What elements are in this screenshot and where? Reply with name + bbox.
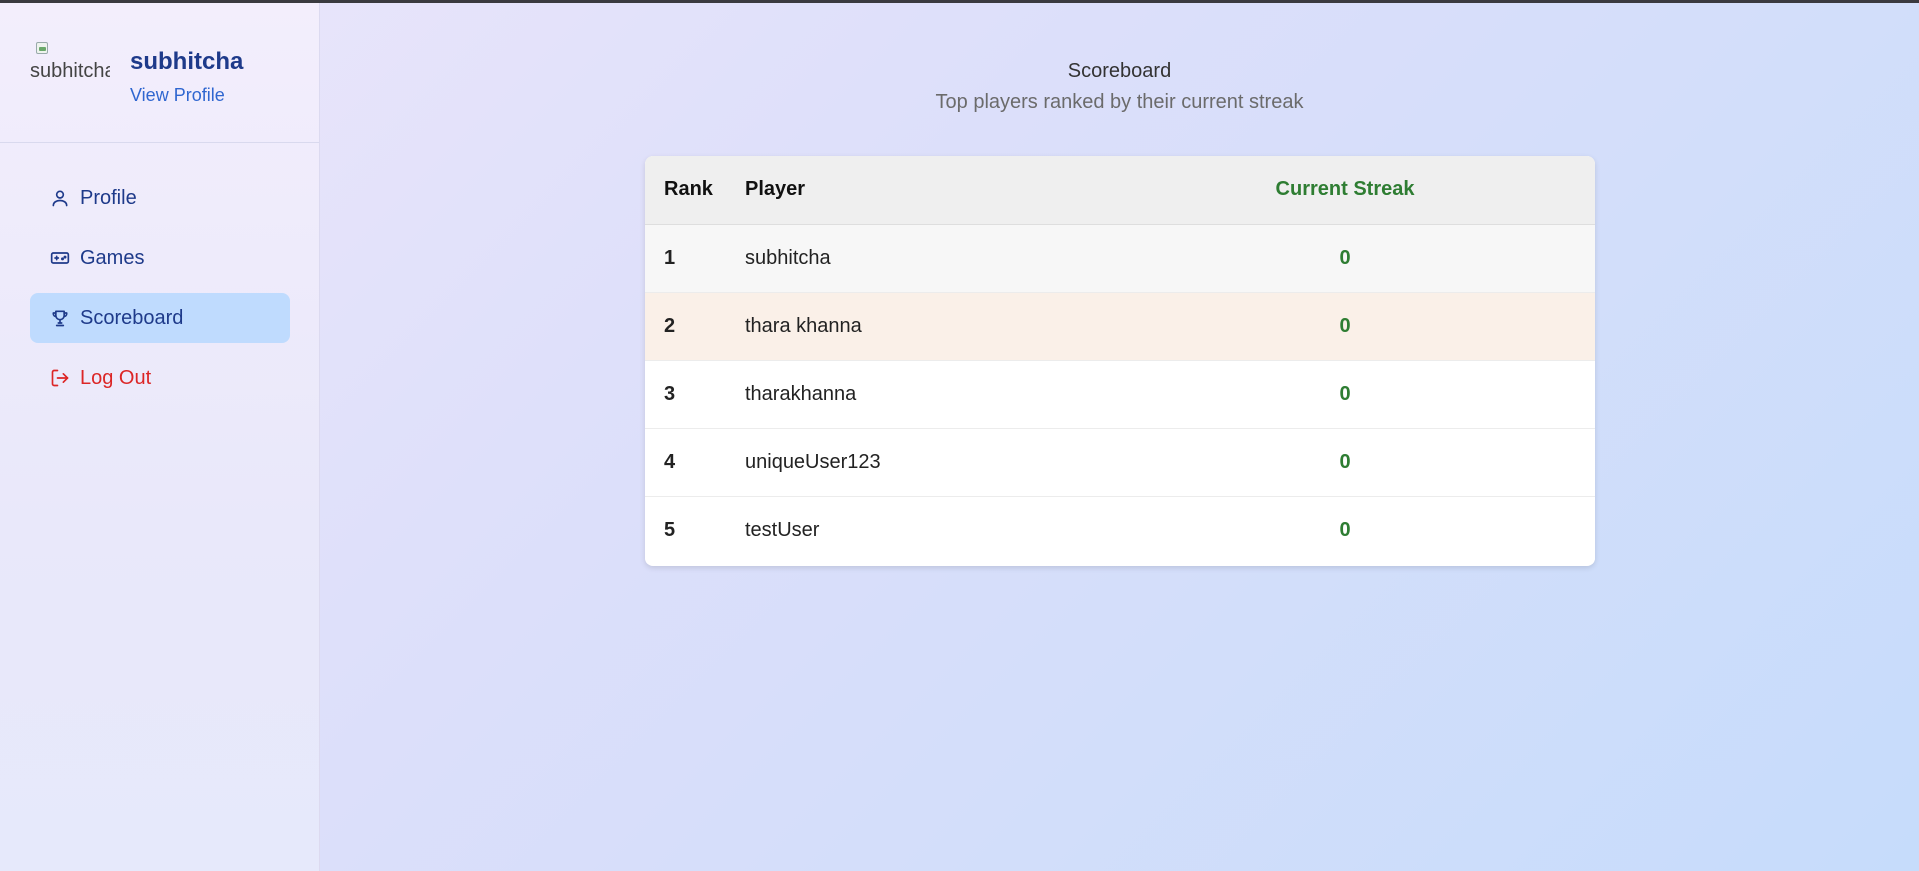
- streak-cell: 0: [1095, 292, 1595, 361]
- streak-cell: 0: [1095, 360, 1595, 429]
- streak-cell: 0: [1095, 428, 1595, 497]
- scoreboard-table-card: Rank Player Current Streak 1 subhitcha 0…: [645, 156, 1595, 566]
- streak-cell: 0: [1339, 518, 1351, 541]
- logout-icon: [50, 368, 70, 388]
- user-icon: [50, 188, 70, 208]
- table-row: 5 testUser 0: [645, 496, 1595, 564]
- rank-cell: 3: [645, 360, 745, 429]
- sidebar-item-label: Scoreboard: [80, 306, 184, 329]
- player-cell: thara khanna: [745, 292, 1095, 361]
- table-row: 2 thara khanna 0: [645, 292, 1595, 361]
- avatar-alt-text: subhitcha: [30, 60, 110, 82]
- username: subhitcha: [130, 48, 244, 75]
- rank-cell: 4: [645, 428, 745, 497]
- table-row: 3 tharakhanna 0: [645, 360, 1595, 429]
- page-title: Scoreboard: [1067, 60, 1172, 82]
- broken-image-icon: [36, 42, 48, 54]
- view-profile-link[interactable]: View Profile: [130, 85, 225, 106]
- gamepad-icon: [50, 248, 70, 268]
- sidebar: subhitcha subhitcha View Profile Profile: [0, 3, 320, 871]
- trophy-icon: [50, 308, 70, 328]
- column-header-player: Player: [745, 156, 1095, 225]
- column-header-current-streak: Current Streak: [1095, 156, 1595, 225]
- sidebar-item-label: Games: [80, 246, 145, 269]
- player-cell: subhitcha: [745, 224, 1095, 293]
- sidebar-item-logout[interactable]: Log Out: [30, 353, 290, 403]
- rank-cell: 5: [664, 518, 676, 541]
- rank-cell: 1: [645, 224, 745, 293]
- scoreboard-table: Rank Player Current Streak 1 subhitcha 0…: [645, 156, 1595, 564]
- sidebar-item-scoreboard[interactable]: Scoreboard: [30, 293, 290, 343]
- page-subtitle: Top players ranked by their current stre…: [935, 91, 1304, 113]
- sidebar-item-profile[interactable]: Profile: [30, 173, 290, 223]
- sidebar-item-games[interactable]: Games: [30, 233, 290, 283]
- column-header-rank: Rank: [645, 156, 745, 225]
- sidebar-nav: Profile Games Scoreboard Log Out: [0, 143, 319, 403]
- streak-cell: 0: [1095, 224, 1595, 293]
- table-row: 1 subhitcha 0: [645, 224, 1595, 293]
- player-cell: uniqueUser123: [745, 428, 1095, 497]
- avatar: subhitcha: [30, 38, 110, 84]
- table-header-row: Rank Player Current Streak: [645, 156, 1595, 225]
- profile-header: subhitcha subhitcha View Profile: [0, 3, 319, 143]
- player-cell: testUser: [745, 518, 820, 541]
- table-row: 4 uniqueUser123 0: [645, 428, 1595, 497]
- sidebar-item-label: Profile: [80, 186, 137, 209]
- rank-cell: 2: [645, 292, 745, 361]
- player-cell: tharakhanna: [745, 360, 1095, 429]
- sidebar-item-label: Log Out: [80, 366, 152, 389]
